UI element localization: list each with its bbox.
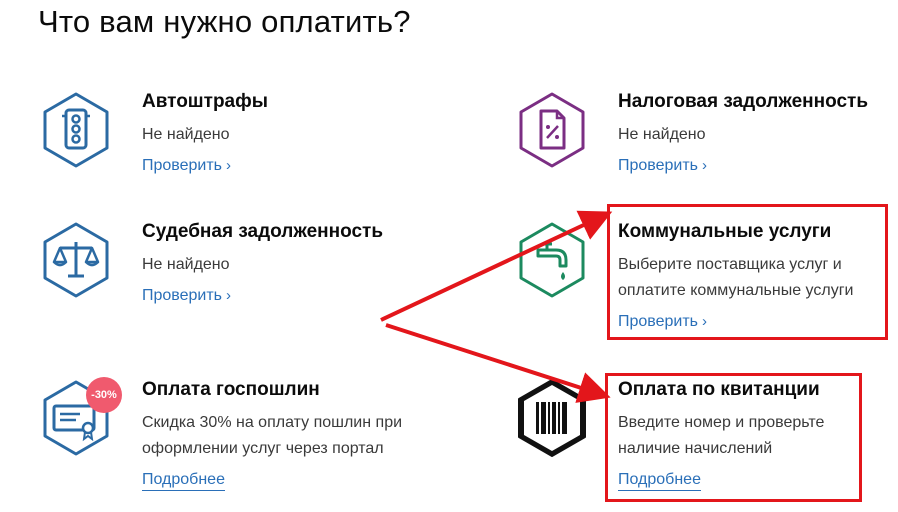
traffic-light-icon [43, 92, 109, 168]
card-title: Судебная задолженность [142, 221, 384, 242]
card-title: Оплата госпошлин [142, 379, 320, 400]
card-title: Налоговая задолженность [618, 91, 869, 112]
card-description: Скидка 30% на оплату пошлин при оформлен… [142, 414, 403, 457]
check-court-debt-link[interactable]: Проверить › [142, 286, 231, 306]
card-description: Не найдено [618, 126, 706, 143]
card-description: Выберите поставщика услуг и оплатите ком… [618, 256, 854, 299]
discount-badge: -30% [86, 377, 122, 413]
card-receipt-payment: Оплата по квитанции Введите номер и пров… [512, 378, 892, 498]
chevron-right-icon: › [226, 157, 232, 174]
check-auto-fines-link[interactable]: Проверить › [142, 156, 231, 176]
chevron-right-icon: › [702, 313, 708, 330]
more-state-duty-link[interactable]: Подробнее [142, 470, 225, 491]
page-title: Что вам нужно оплатить? [38, 4, 411, 39]
chevron-right-icon: › [226, 287, 232, 304]
barcode-icon [518, 379, 586, 457]
card-court-debt: Судебная задолженность Не найдено Провер… [36, 220, 416, 330]
card-auto-fines: Автоштрафы Не найдено Проверить › [36, 90, 416, 200]
card-utilities: Коммунальные услуги Выберите поставщика … [512, 220, 892, 330]
tax-document-icon [519, 92, 585, 168]
scales-icon [43, 222, 109, 298]
card-title: Автоштрафы [142, 91, 268, 112]
card-description: Не найдено [142, 256, 230, 273]
chevron-right-icon: › [702, 157, 708, 174]
card-title: Оплата по квитанции [618, 379, 820, 400]
more-receipt-link[interactable]: Подробнее [618, 470, 701, 491]
card-description: Введите номер и проверьте наличие начисл… [618, 414, 825, 457]
card-tax-debt: Налоговая задолженность Не найдено Прове… [512, 90, 892, 200]
water-tap-icon [519, 222, 585, 298]
card-description: Не найдено [142, 126, 230, 143]
card-state-duty: -30% Оплата госпошлин Скидка 30% на опла… [36, 377, 416, 498]
check-tax-debt-link[interactable]: Проверить › [618, 156, 707, 176]
card-title: Коммунальные услуги [618, 221, 832, 242]
check-utilities-link[interactable]: Проверить › [618, 312, 707, 332]
